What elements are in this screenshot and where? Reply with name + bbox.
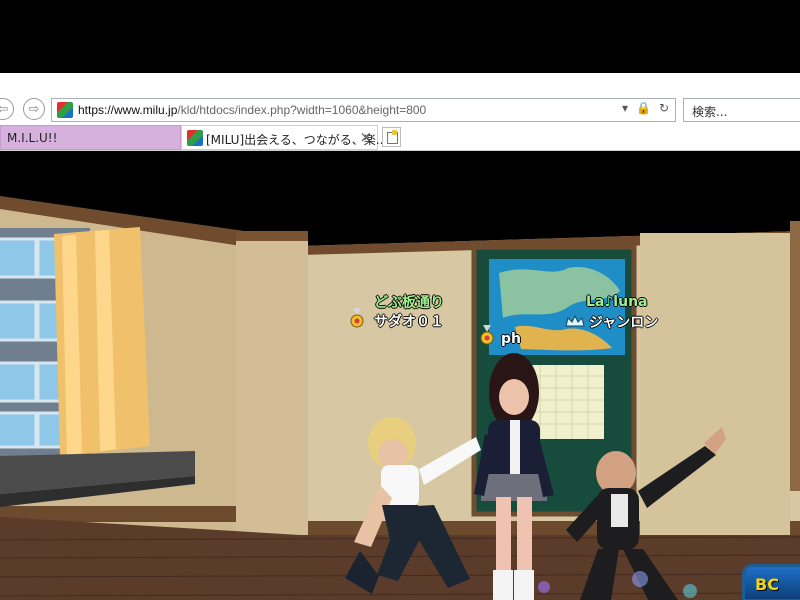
forward-button[interactable]: ⇨: [23, 98, 45, 120]
forward-arrow-icon: ⇨: [28, 101, 40, 117]
site-favicon-icon: [57, 102, 73, 118]
new-tab-button[interactable]: [382, 127, 401, 147]
back-arrow-icon: ⇦: [0, 101, 9, 117]
top-black-band: [0, 0, 800, 73]
medal-icon: [350, 308, 364, 328]
tab-strip: M.I.L.U!! [MILU]出会える、つながる、楽... ×: [0, 125, 800, 151]
game-scene: [0, 151, 800, 600]
address-url[interactable]: https://www.milu.jp/kld/htdocs/index.php…: [78, 103, 426, 117]
search-input[interactable]: 検索...: [692, 103, 727, 120]
back-button[interactable]: ⇦: [0, 98, 14, 120]
character-group-name: La♪luna: [586, 294, 648, 310]
character-name: ジャンロン: [589, 315, 659, 331]
address-actions: ▾ 🔒 ↻: [622, 101, 669, 115]
character-group-name: どぶ板通り: [374, 295, 444, 311]
crown-icon: [565, 315, 585, 327]
tab-milu-game[interactable]: [MILU]出会える、つながる、楽... ×: [181, 125, 387, 150]
character-name: サダオ０１: [374, 314, 444, 330]
game-canvas[interactable]: どぶ板通り サダオ０１ ph La♪luna ジャンロン BC: [0, 151, 800, 600]
browser-chrome: ⇦ ⇨ https://www.milu.jp/kld/htdocs/index…: [0, 73, 800, 151]
bc-button-label: BC: [755, 575, 779, 594]
address-host: https://www.milu.jp: [78, 103, 178, 117]
lock-icon[interactable]: 🔒: [636, 101, 651, 115]
address-bar[interactable]: https://www.milu.jp/kld/htdocs/index.php…: [51, 98, 676, 122]
character-name: ph: [501, 331, 521, 347]
address-path: /kld/htdocs/index.php?width=1060&height=…: [177, 103, 427, 117]
search-box[interactable]: 検索...: [683, 98, 800, 122]
medal-icon: [480, 325, 494, 345]
close-icon[interactable]: ×: [359, 128, 372, 146]
tab-favicon-icon: [187, 130, 203, 146]
tab-milu-home[interactable]: M.I.L.U!!: [0, 125, 181, 150]
navigation-bar: ⇦ ⇨ https://www.milu.jp/kld/htdocs/index…: [0, 73, 800, 122]
bc-button[interactable]: BC: [742, 564, 800, 600]
tab-label: M.I.L.U!!: [7, 131, 58, 145]
dropdown-icon[interactable]: ▾: [622, 101, 628, 115]
refresh-icon[interactable]: ↻: [659, 101, 669, 115]
